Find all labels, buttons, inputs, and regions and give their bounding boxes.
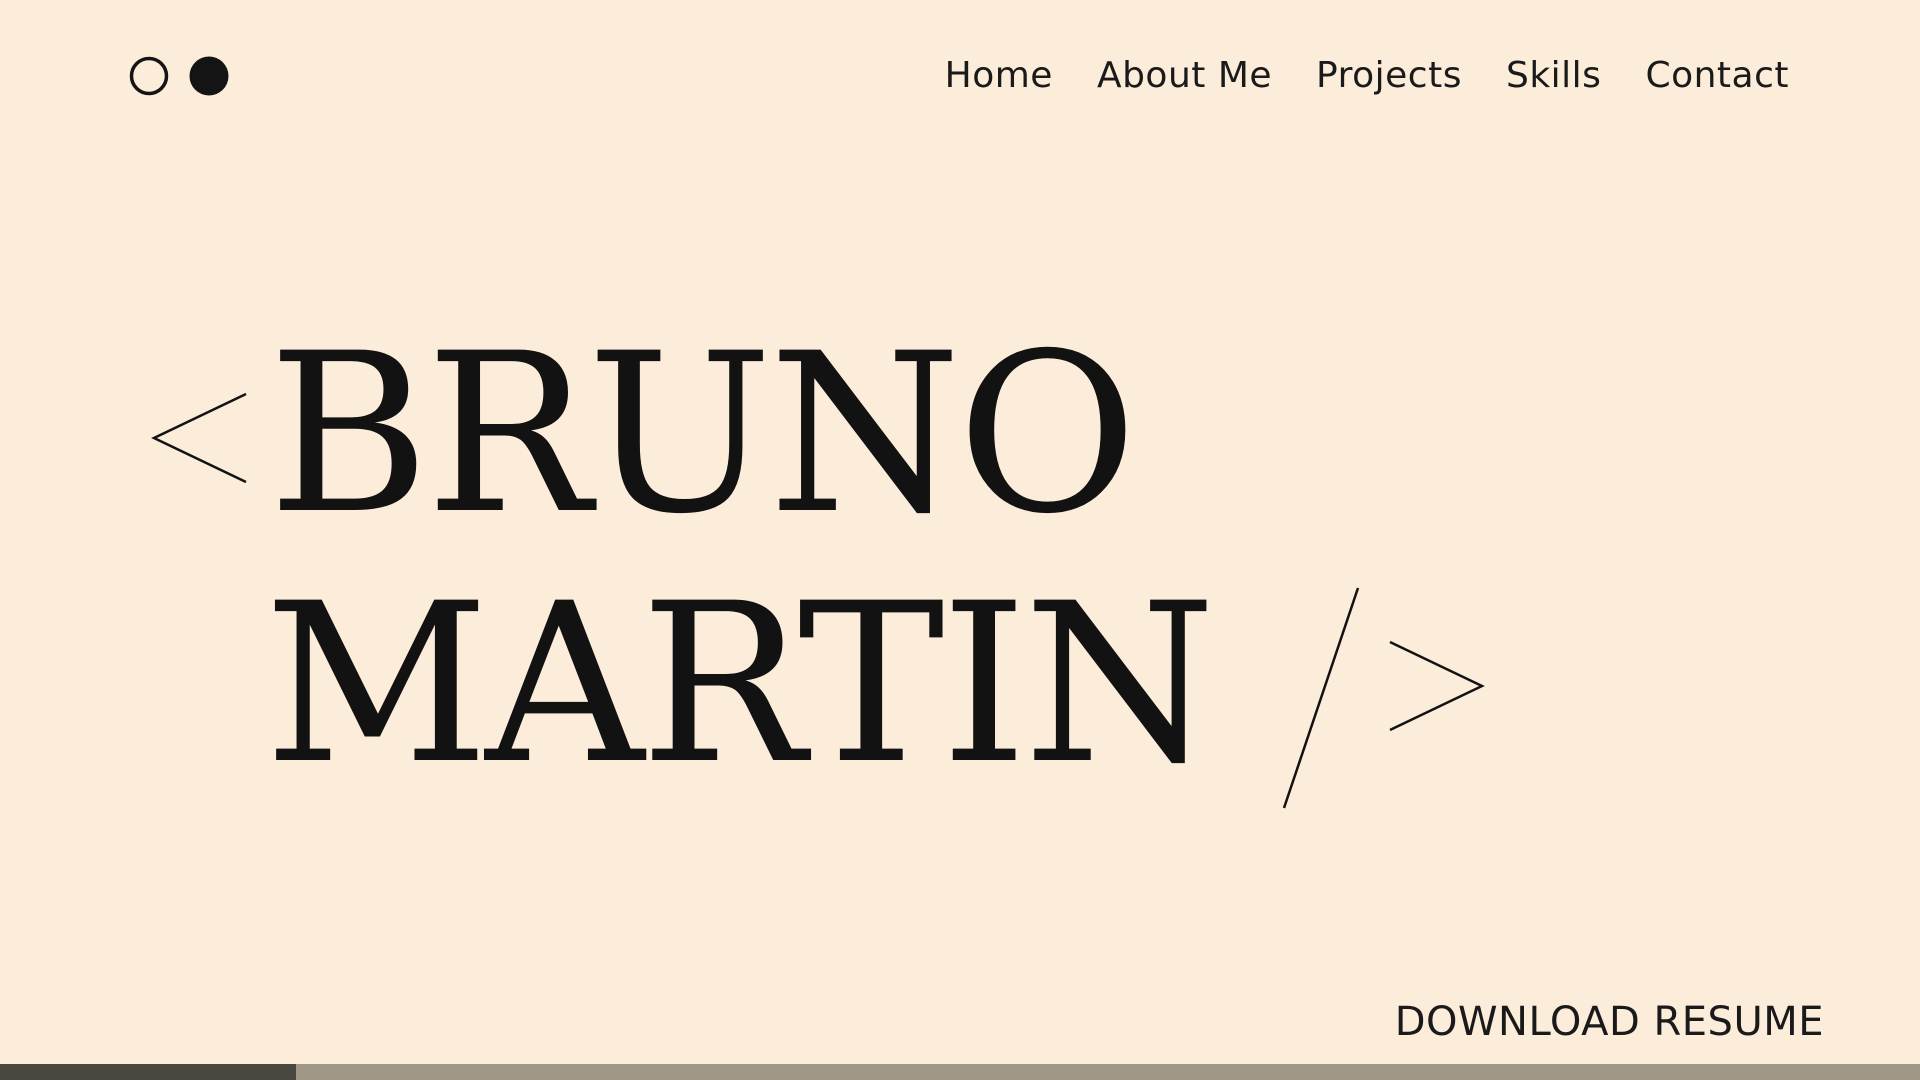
hero-first-name: BRUNO bbox=[268, 306, 1138, 562]
logo-filled-circle-icon bbox=[189, 56, 229, 96]
nav-contact-link[interactable]: Contact bbox=[1645, 52, 1789, 100]
logo-circles-icon[interactable] bbox=[128, 55, 230, 97]
main-nav: Home About Me Projects Skills Contact bbox=[945, 52, 1789, 100]
nav-home-link[interactable]: Home bbox=[945, 52, 1053, 100]
logo-outline-circle-icon bbox=[129, 56, 169, 96]
nav-about-me-link[interactable]: About Me bbox=[1097, 52, 1272, 100]
open-bracket-glyph bbox=[151, 392, 247, 484]
scroll-progress-bar bbox=[0, 1064, 1920, 1080]
hero-last-name: MARTIN bbox=[264, 556, 1216, 812]
download-resume-link[interactable]: DOWNLOAD RESUME bbox=[1395, 996, 1824, 1048]
close-bracket-glyph bbox=[1389, 640, 1485, 732]
slash-glyph bbox=[1282, 587, 1360, 809]
nav-projects-link[interactable]: Projects bbox=[1316, 52, 1462, 100]
hero-name: BRUNO MARTIN bbox=[140, 320, 1540, 840]
scroll-progress-fill bbox=[0, 1064, 296, 1080]
nav-skills-link[interactable]: Skills bbox=[1506, 52, 1601, 100]
